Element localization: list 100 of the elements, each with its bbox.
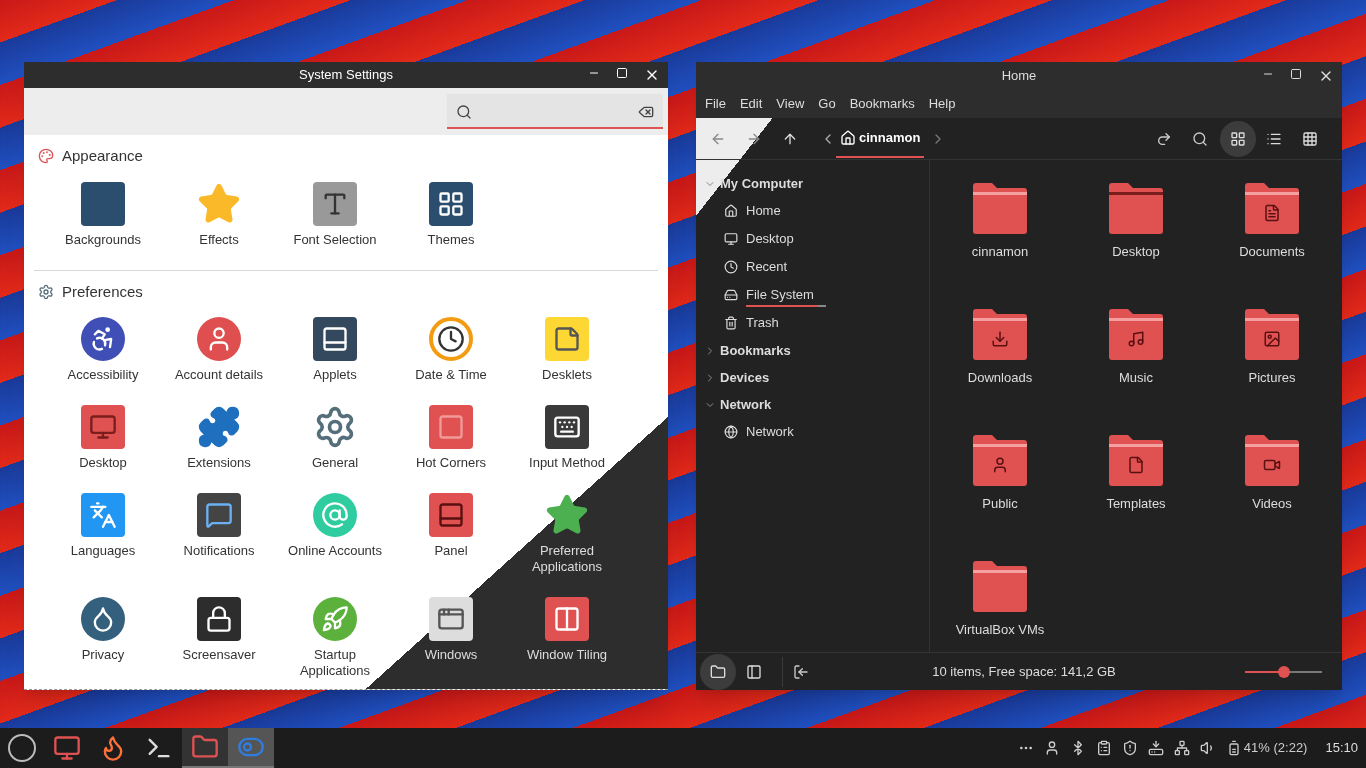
desktop-icon (81, 405, 125, 449)
compact-view-icon (1302, 130, 1318, 147)
globe-icon (724, 425, 738, 439)
rocket-icon (313, 597, 357, 641)
view-mode-button[interactable] (1220, 120, 1256, 157)
settings-item[interactable]: Languages (44, 493, 162, 597)
folder-item[interactable]: Videos (1204, 434, 1340, 560)
settings-item[interactable]: Hot Corners (392, 405, 510, 493)
user-icon (197, 317, 241, 361)
sidebar-item[interactable]: Trash (696, 309, 929, 337)
monitor-icon (724, 232, 738, 246)
settings-item[interactable]: General (276, 405, 394, 493)
tiling-icon (545, 597, 589, 641)
battery-text: 41% (2:22) (1243, 739, 1308, 758)
settings-item[interactable]: Input Method (508, 405, 626, 493)
desktop-icon (53, 734, 81, 762)
clock-icon (429, 317, 473, 361)
settings-item[interactable]: Desktop (44, 405, 162, 493)
message-icon (197, 493, 241, 537)
zoom-handle[interactable] (1277, 665, 1290, 678)
sidebar-item[interactable]: Desktop (696, 225, 929, 253)
settings-item[interactable]: Date & Time (392, 317, 510, 405)
settings-item[interactable]: Effects (160, 181, 278, 270)
menu-item[interactable]: Bookmarks (849, 94, 915, 114)
sidebar-item[interactable]: Home (696, 197, 929, 225)
path-button[interactable]: cinnamon (836, 119, 925, 158)
settings-item[interactable]: Font Selection (276, 181, 394, 270)
settings-item[interactable]: Account details (160, 317, 278, 405)
folder-icon (971, 560, 1029, 612)
search-icon[interactable] (1192, 130, 1208, 147)
trash-icon (724, 316, 738, 330)
folder-item[interactable]: cinnamon (932, 182, 1068, 308)
font-icon (313, 181, 357, 226)
menu-item[interactable]: Go (818, 94, 836, 114)
network-icon[interactable] (1173, 740, 1190, 756)
window-title: System Settings (299, 66, 393, 85)
settings-item[interactable]: Extensions (160, 405, 278, 493)
lock-icon (197, 597, 241, 641)
windows-icon (429, 597, 473, 641)
menu-item[interactable]: Help (928, 94, 956, 114)
eject-icon[interactable] (1147, 740, 1164, 756)
drive-icon (724, 288, 738, 302)
settings-item[interactable]: Online Accounts (276, 493, 394, 597)
sidebar-section[interactable]: Network (696, 391, 929, 418)
toggle-location-icon[interactable] (1156, 130, 1172, 147)
settings-item[interactable]: Themes (392, 181, 510, 270)
menu-item[interactable]: File (705, 94, 726, 114)
clock[interactable]: 15:10 (1325, 738, 1358, 758)
settings-item[interactable]: Desklets (508, 317, 626, 405)
folder-item[interactable]: Music (1068, 308, 1204, 434)
keyboard-icon (545, 405, 589, 449)
settings-item[interactable]: Startup Applications (276, 597, 394, 689)
folder-emblem-icon (991, 330, 1009, 348)
settings-item[interactable]: Accessibility (44, 317, 162, 405)
sidebar-section[interactable]: Bookmarks (696, 337, 929, 364)
home-icon (724, 204, 738, 218)
folder-item[interactable]: Public (932, 434, 1068, 560)
window-title: Home (1001, 67, 1037, 86)
settings-item[interactable]: Privacy (44, 597, 162, 689)
accessibility-icon (81, 317, 125, 361)
language-icon (81, 493, 125, 537)
folder-item[interactable]: Pictures (1204, 308, 1340, 434)
home-icon (840, 129, 856, 146)
sidebar-section[interactable]: Devices (696, 364, 929, 391)
folder-emblem-icon (991, 456, 1009, 474)
settings-item[interactable]: Applets (276, 317, 394, 405)
droplet-icon (81, 597, 125, 641)
sidebar-icon (746, 663, 762, 680)
settings-item[interactable]: Window Tiling (508, 597, 626, 689)
sidebar-item[interactable]: Network (696, 418, 929, 446)
sidebar-section[interactable]: My Computer (696, 170, 929, 197)
folder-item[interactable]: Templates (1068, 434, 1204, 560)
menu-item[interactable]: Edit (739, 94, 763, 114)
clipboard-icon[interactable] (1095, 740, 1112, 756)
folder-item[interactable]: VirtualBox VMs (932, 560, 1068, 652)
sidebar-item[interactable]: Recent (696, 253, 929, 281)
pane-button[interactable] (700, 653, 736, 690)
palette-icon (38, 148, 54, 165)
search-field[interactable] (447, 94, 663, 129)
settings-item[interactable]: Panel (392, 493, 510, 597)
shield-icon[interactable] (1121, 740, 1138, 756)
settings-item[interactable]: Backgrounds (44, 181, 162, 270)
note-icon (545, 317, 589, 361)
settings-icon (38, 283, 54, 300)
grid-view-icon (1230, 130, 1246, 147)
settings-item[interactable]: Preferred Applications (508, 493, 626, 597)
sidebar-item[interactable]: File System (696, 281, 929, 309)
settings-item[interactable]: Windows (392, 597, 510, 689)
settings-item[interactable]: Screensaver (160, 597, 278, 689)
maximize-icon[interactable] (1290, 68, 1302, 80)
search-icon (456, 104, 472, 120)
folder-icon (1107, 182, 1165, 234)
folder-item[interactable]: Downloads (932, 308, 1068, 434)
settings-item[interactable]: Notifications (160, 493, 278, 597)
show-sidebar-icon[interactable] (793, 663, 809, 680)
menu-item[interactable]: View (776, 94, 805, 114)
clear-icon[interactable] (638, 104, 654, 120)
folder-item[interactable]: Desktop (1068, 182, 1204, 308)
folder-item[interactable]: Documents (1204, 182, 1340, 308)
puzzle-icon (197, 405, 241, 449)
